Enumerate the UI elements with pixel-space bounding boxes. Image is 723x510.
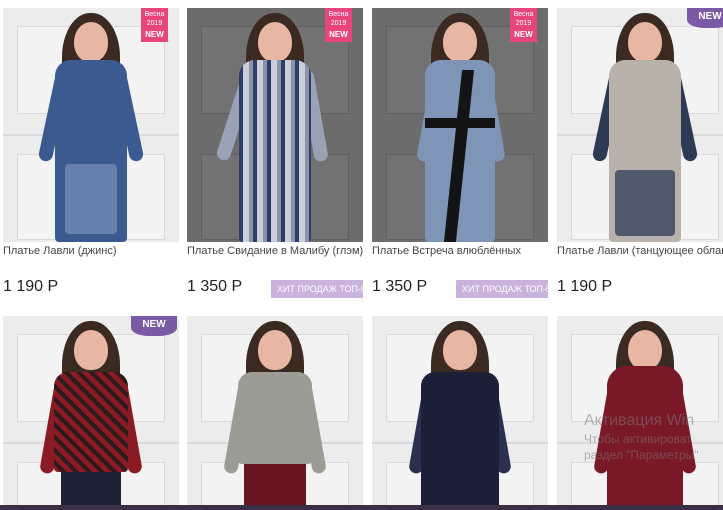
watermark-line: раздел "Параметры" bbox=[584, 448, 699, 462]
product-photo[interactable]: Весна 2019 NEW bbox=[372, 8, 548, 242]
windows-activation-watermark: Активация Win Чтобы активироват раздел "… bbox=[584, 412, 699, 462]
product-photo[interactable]: NEW bbox=[557, 8, 723, 242]
bottom-bar bbox=[0, 505, 723, 510]
spring-2019-badge: Весна 2019 NEW bbox=[510, 8, 537, 42]
product-name[interactable]: Платье Встреча влюблённых bbox=[372, 245, 521, 257]
bestseller-badge: ХИТ ПРОДАЖ ТОП-50 bbox=[456, 280, 556, 298]
product-price: 1 350 Р bbox=[187, 278, 243, 295]
model-face bbox=[443, 22, 477, 62]
model-face bbox=[443, 330, 477, 370]
dress bbox=[239, 60, 311, 242]
model-face bbox=[258, 22, 292, 62]
dress bbox=[425, 60, 495, 242]
product-photo[interactable]: Весна 2019 NEW bbox=[187, 8, 363, 242]
product-photo[interactable] bbox=[187, 316, 363, 505]
dress bbox=[238, 372, 312, 464]
dress bbox=[54, 372, 128, 472]
model-face bbox=[74, 330, 108, 370]
product-name[interactable]: Платье Лавли (джинс) bbox=[3, 245, 117, 257]
spring-2019-badge: Весна 2019 NEW bbox=[325, 8, 352, 42]
product-price: 1 190 Р bbox=[3, 278, 59, 295]
dress bbox=[421, 372, 499, 505]
dress bbox=[609, 60, 681, 242]
new-badge: NEW bbox=[131, 316, 177, 336]
product-name[interactable]: Платье Лавли (танцующее облако) bbox=[557, 245, 723, 257]
watermark-title: Активация Win bbox=[584, 412, 695, 429]
product-photo[interactable]: Весна 2019 NEW bbox=[3, 8, 179, 242]
watermark-line: Чтобы активироват bbox=[584, 432, 692, 446]
product-price: 1 350 Р bbox=[372, 278, 428, 295]
model-face bbox=[74, 22, 108, 62]
product-price: 1 190 Р bbox=[557, 278, 613, 295]
model-face bbox=[628, 330, 662, 370]
dress bbox=[55, 60, 127, 242]
product-name[interactable]: Платье Свидание в Малибу (глэм) bbox=[187, 245, 363, 257]
product-photo[interactable] bbox=[557, 316, 723, 505]
bestseller-badge: ХИТ ПРОДАЖ ТОП-50 bbox=[271, 280, 371, 298]
spring-2019-badge: Весна 2019 NEW bbox=[141, 8, 168, 42]
new-badge: NEW bbox=[687, 8, 723, 28]
model-face bbox=[258, 330, 292, 370]
product-photo[interactable]: NEW bbox=[3, 316, 179, 505]
model-face bbox=[628, 22, 662, 62]
product-photo[interactable] bbox=[372, 316, 548, 505]
